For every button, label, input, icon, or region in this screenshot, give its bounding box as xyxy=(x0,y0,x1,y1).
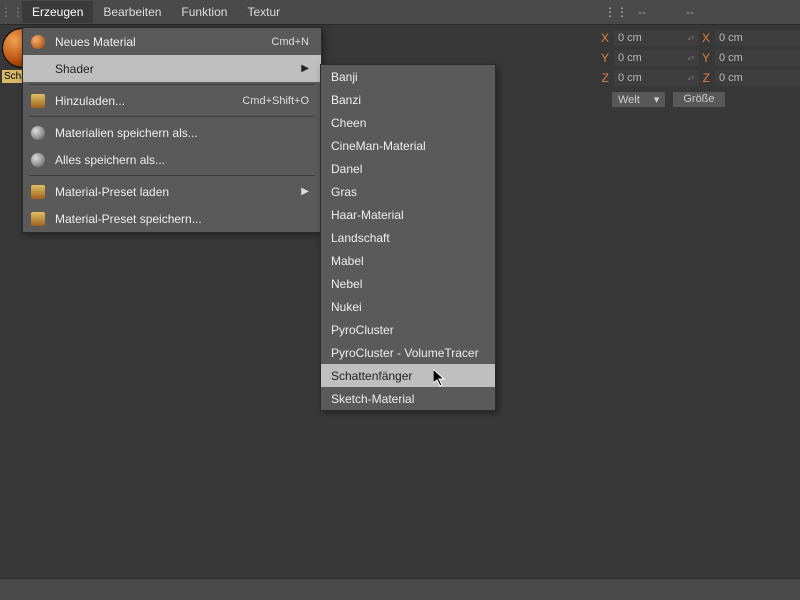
menu-item-shortcut: Cmd+N xyxy=(271,36,309,48)
new-material-icon xyxy=(29,33,47,51)
shader-item-pyrocluster[interactable]: PyroCluster xyxy=(321,318,495,341)
shader-item-schattenfaenger[interactable]: Schattenfänger xyxy=(321,364,495,387)
chevron-down-icon: ▾ xyxy=(654,93,660,106)
axis-y-label: Y xyxy=(600,51,612,65)
menu-item-hinzuladen[interactable]: Hinzuladen... Cmd+Shift+O xyxy=(23,87,321,114)
shader-item-haar[interactable]: Haar-Material xyxy=(321,203,495,226)
menu-separator xyxy=(29,175,315,176)
axis-y-label2: Y xyxy=(701,51,713,65)
attribute-dash: -- xyxy=(628,5,676,19)
field-z-position[interactable]: 0 cm ▴▾ xyxy=(614,70,699,86)
menu-separator xyxy=(29,116,315,117)
field-value: 0 cm xyxy=(618,50,642,66)
submenu-arrow-icon: ▶ xyxy=(301,63,309,74)
shader-item-danel[interactable]: Danel xyxy=(321,157,495,180)
menu-item-preset-laden[interactable]: Material-Preset laden ▶ xyxy=(23,178,321,205)
field-y-position[interactable]: 0 cm ▴▾ xyxy=(614,50,699,66)
field-value: 0 cm xyxy=(719,50,743,66)
field-value: 0 cm xyxy=(618,70,642,86)
field-value: 0 cm xyxy=(719,30,743,46)
axis-x-label: X xyxy=(600,31,612,45)
menu-item-label: Material-Preset laden xyxy=(55,185,293,199)
attribute-dash2: -- xyxy=(676,5,724,19)
shader-item-landschaft[interactable]: Landschaft xyxy=(321,226,495,249)
erzeugen-dropdown: Neues Material Cmd+N Shader ▶ Hinzuladen… xyxy=(22,27,322,233)
preset-load-icon xyxy=(29,183,47,201)
menu-erzeugen[interactable]: Erzeugen xyxy=(22,1,93,23)
shader-item-gras[interactable]: Gras xyxy=(321,180,495,203)
shader-item-cineman[interactable]: CineMan-Material xyxy=(321,134,495,157)
attribute-grip-icon: ⋮⋮ xyxy=(604,5,628,19)
preset-save-icon xyxy=(29,210,47,228)
save-all-icon xyxy=(29,151,47,169)
save-icon xyxy=(29,124,47,142)
menu-item-label: Material-Preset speichern... xyxy=(55,212,309,226)
menu-item-label: Hinzuladen... xyxy=(55,94,234,108)
shader-item-pyrocluster-volumetracer[interactable]: PyroCluster - VolumeTracer xyxy=(321,341,495,364)
axis-z-label: Z xyxy=(600,71,612,85)
menu-item-alles-speichern[interactable]: Alles speichern als... xyxy=(23,146,321,173)
status-bar xyxy=(0,578,800,600)
field-value: 0 cm xyxy=(618,30,642,46)
field-y-size[interactable]: 0 cm xyxy=(715,50,800,66)
menu-textur[interactable]: Textur xyxy=(237,1,290,23)
blank-icon xyxy=(29,60,47,78)
field-x-size[interactable]: 0 cm xyxy=(715,30,800,46)
shader-submenu: Banji Banzi Cheen CineMan-Material Danel… xyxy=(320,64,496,411)
spinner-icon[interactable]: ▴▾ xyxy=(687,56,695,61)
shader-item-banzi[interactable]: Banzi xyxy=(321,88,495,111)
attribute-header: ⋮⋮ -- -- xyxy=(600,0,800,25)
submenu-arrow-icon: ▶ xyxy=(301,186,309,197)
menu-item-neues-material[interactable]: Neues Material Cmd+N xyxy=(23,28,321,55)
menu-item-label: Alles speichern als... xyxy=(55,153,309,167)
axis-z-label2: Z xyxy=(701,71,713,85)
field-x-position[interactable]: 0 cm ▴▾ xyxy=(614,30,699,46)
spinner-icon[interactable]: ▴▾ xyxy=(687,36,695,41)
menu-item-label: Neues Material xyxy=(55,35,263,49)
menu-item-materialien-speichern[interactable]: Materialien speichern als... xyxy=(23,119,321,146)
menu-item-label: Shader xyxy=(55,62,293,76)
select-value: Welt xyxy=(618,94,640,106)
axis-x-label2: X xyxy=(701,31,713,45)
menu-funktion[interactable]: Funktion xyxy=(171,1,237,23)
menubar-grip-icon: ⋮⋮ xyxy=(4,4,20,20)
menu-item-shortcut: Cmd+Shift+O xyxy=(242,95,309,107)
load-icon xyxy=(29,92,47,110)
shader-item-sketch[interactable]: Sketch-Material xyxy=(321,387,495,410)
shader-item-nukei[interactable]: Nukei xyxy=(321,295,495,318)
shader-item-cheen[interactable]: Cheen xyxy=(321,111,495,134)
coordinates-panel: X 0 cm ▴▾ X 0 cm Y 0 cm ▴▾ Y 0 cm Z 0 cm ▴▾… xyxy=(600,28,800,107)
shader-item-nebel[interactable]: Nebel xyxy=(321,272,495,295)
field-value: 0 cm xyxy=(719,70,743,86)
menu-bearbeiten[interactable]: Bearbeiten xyxy=(93,1,171,23)
menu-item-shader[interactable]: Shader ▶ xyxy=(23,55,321,82)
shader-item-mabel[interactable]: Mabel xyxy=(321,249,495,272)
size-button[interactable]: Größe xyxy=(673,92,724,107)
menu-separator xyxy=(29,84,315,85)
field-z-size[interactable]: 0 cm xyxy=(715,70,800,86)
shader-item-banji[interactable]: Banji xyxy=(321,65,495,88)
spinner-icon[interactable]: ▴▾ xyxy=(687,76,695,81)
coordinate-system-select[interactable]: Welt ▾ xyxy=(612,92,665,107)
menu-item-label: Materialien speichern als... xyxy=(55,126,309,140)
menu-item-preset-speichern[interactable]: Material-Preset speichern... xyxy=(23,205,321,232)
